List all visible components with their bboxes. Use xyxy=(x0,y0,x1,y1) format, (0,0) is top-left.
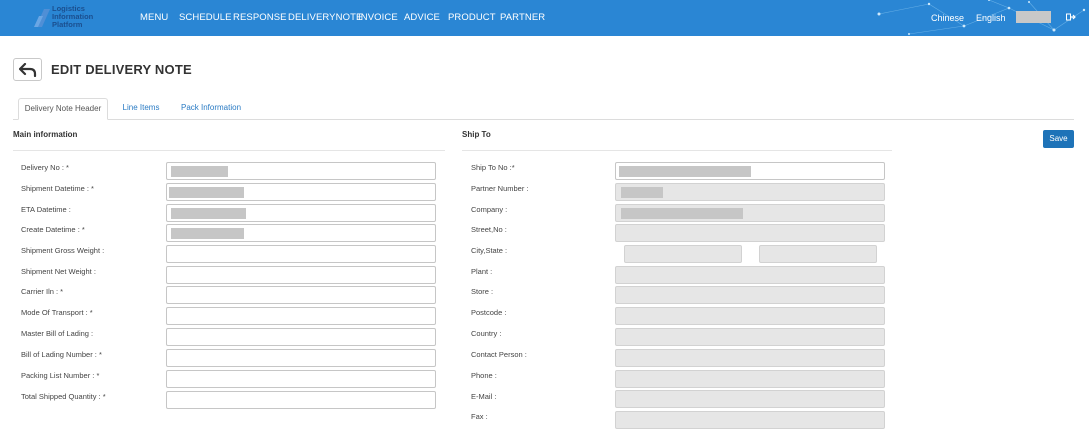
redacted-value xyxy=(169,187,244,198)
field-label: Bill of Lading Number : * xyxy=(21,350,102,359)
nav-item-product[interactable]: PRODUCT xyxy=(448,12,496,23)
redacted-value xyxy=(621,187,663,198)
master-bill-of-lading-input[interactable] xyxy=(166,328,436,346)
city-field xyxy=(624,245,742,263)
nav-item-advice[interactable]: ADVICE xyxy=(404,12,440,23)
logo-text: Logistics Information Platform xyxy=(52,5,112,29)
field-label: Company : xyxy=(471,205,508,214)
tab-line-items[interactable]: Line Items xyxy=(116,98,166,120)
field-label: Partner Number : xyxy=(471,184,529,193)
delivery-no-input[interactable] xyxy=(166,162,436,180)
field-label: Delivery No : * xyxy=(21,163,69,172)
field-label: Contact Person : xyxy=(471,350,527,359)
redacted-value xyxy=(621,208,743,219)
language-english-link[interactable]: English xyxy=(976,13,1006,23)
postcode-field xyxy=(615,307,885,325)
app-logo[interactable]: Logistics Information Platform xyxy=(34,4,106,32)
field-label: Carrier Iln : * xyxy=(21,287,64,296)
mode-of-transport-input[interactable] xyxy=(166,307,436,325)
back-arrow-icon xyxy=(19,63,37,77)
save-button[interactable]: Save xyxy=(1043,130,1074,148)
total-shipped-quantity-input[interactable] xyxy=(166,391,436,409)
eta-datetime-input[interactable] xyxy=(166,204,436,222)
nav-item-schedule[interactable]: SCHEDULE xyxy=(179,12,232,23)
field-label: Master Bill of Lading : xyxy=(21,329,94,338)
shipment-net-weight-input[interactable] xyxy=(166,266,436,284)
plant-field xyxy=(615,266,885,284)
company-field xyxy=(615,204,885,222)
field-label: Shipment Datetime : * xyxy=(21,184,94,193)
redacted-value xyxy=(171,166,228,177)
field-label: Mode Of Transport : * xyxy=(21,308,93,317)
tabs-divider xyxy=(13,119,1074,120)
partner-number-field xyxy=(615,183,885,201)
field-label: Shipment Net Weight : xyxy=(21,267,96,276)
country-field xyxy=(615,328,885,346)
field-label: Store : xyxy=(471,287,494,296)
phone-field xyxy=(615,370,885,388)
shipment-datetime-input[interactable] xyxy=(166,183,436,201)
user-name-badge[interactable] xyxy=(1016,11,1051,23)
nav-item-response[interactable]: RESPONSE xyxy=(233,12,287,23)
packing-list-number-input[interactable] xyxy=(166,370,436,388)
redacted-value xyxy=(619,166,751,177)
main-information-heading: Main information xyxy=(13,130,78,139)
fax-field xyxy=(615,411,885,429)
section-divider xyxy=(462,150,892,151)
logout-icon[interactable] xyxy=(1066,12,1076,22)
field-label: Packing List Number : * xyxy=(21,371,100,380)
nav-item-partner[interactable]: PARTNER xyxy=(500,12,545,23)
email-field xyxy=(615,390,885,408)
ship-to-no-input[interactable] xyxy=(615,162,885,180)
top-navigation-bar: Logistics Information Platform MENU SCHE… xyxy=(0,0,1089,36)
field-label: Shipment Gross Weight : xyxy=(21,246,105,255)
logo-line: Platform xyxy=(52,20,83,29)
nav-item-deliverynote[interactable]: DELIVERYNOTE xyxy=(288,12,362,23)
section-divider xyxy=(13,150,445,151)
field-label: E-Mail : xyxy=(471,392,497,401)
tab-delivery-note-header[interactable]: Delivery Note Header xyxy=(18,98,108,120)
field-label: Postcode : xyxy=(471,308,507,317)
field-label: Total Shipped Quantity : * xyxy=(21,392,106,401)
shipment-gross-weight-input[interactable] xyxy=(166,245,436,263)
nav-item-invoice[interactable]: INVOICE xyxy=(358,12,398,23)
field-label: ETA Datetime : xyxy=(21,205,71,214)
field-label: Fax : xyxy=(471,412,488,421)
field-label: Street,No : xyxy=(471,225,507,234)
store-field xyxy=(615,286,885,304)
language-chinese-link[interactable]: Chinese xyxy=(931,13,964,23)
carrier-iln-input[interactable] xyxy=(166,286,436,304)
street-no-field xyxy=(615,224,885,242)
field-label: Country : xyxy=(471,329,502,338)
contact-person-field xyxy=(615,349,885,367)
bill-of-lading-number-input[interactable] xyxy=(166,349,436,367)
nav-item-menu[interactable]: MENU xyxy=(140,12,168,23)
tab-pack-information[interactable]: Pack Information xyxy=(178,98,244,120)
ship-to-heading: Ship To xyxy=(462,130,491,139)
logo-mark-icon xyxy=(34,9,50,27)
field-label: Phone : xyxy=(471,371,497,380)
field-label: Ship To No :* xyxy=(471,163,515,172)
page-title: EDIT DELIVERY NOTE xyxy=(51,62,192,77)
field-label: Plant : xyxy=(471,267,493,276)
create-datetime-input[interactable] xyxy=(166,224,436,242)
redacted-value xyxy=(171,228,244,239)
field-label: Create Datetime : * xyxy=(21,225,85,234)
state-field xyxy=(759,245,877,263)
field-label: City,State : xyxy=(471,246,508,255)
back-button[interactable] xyxy=(13,58,42,81)
redacted-value xyxy=(171,208,246,219)
